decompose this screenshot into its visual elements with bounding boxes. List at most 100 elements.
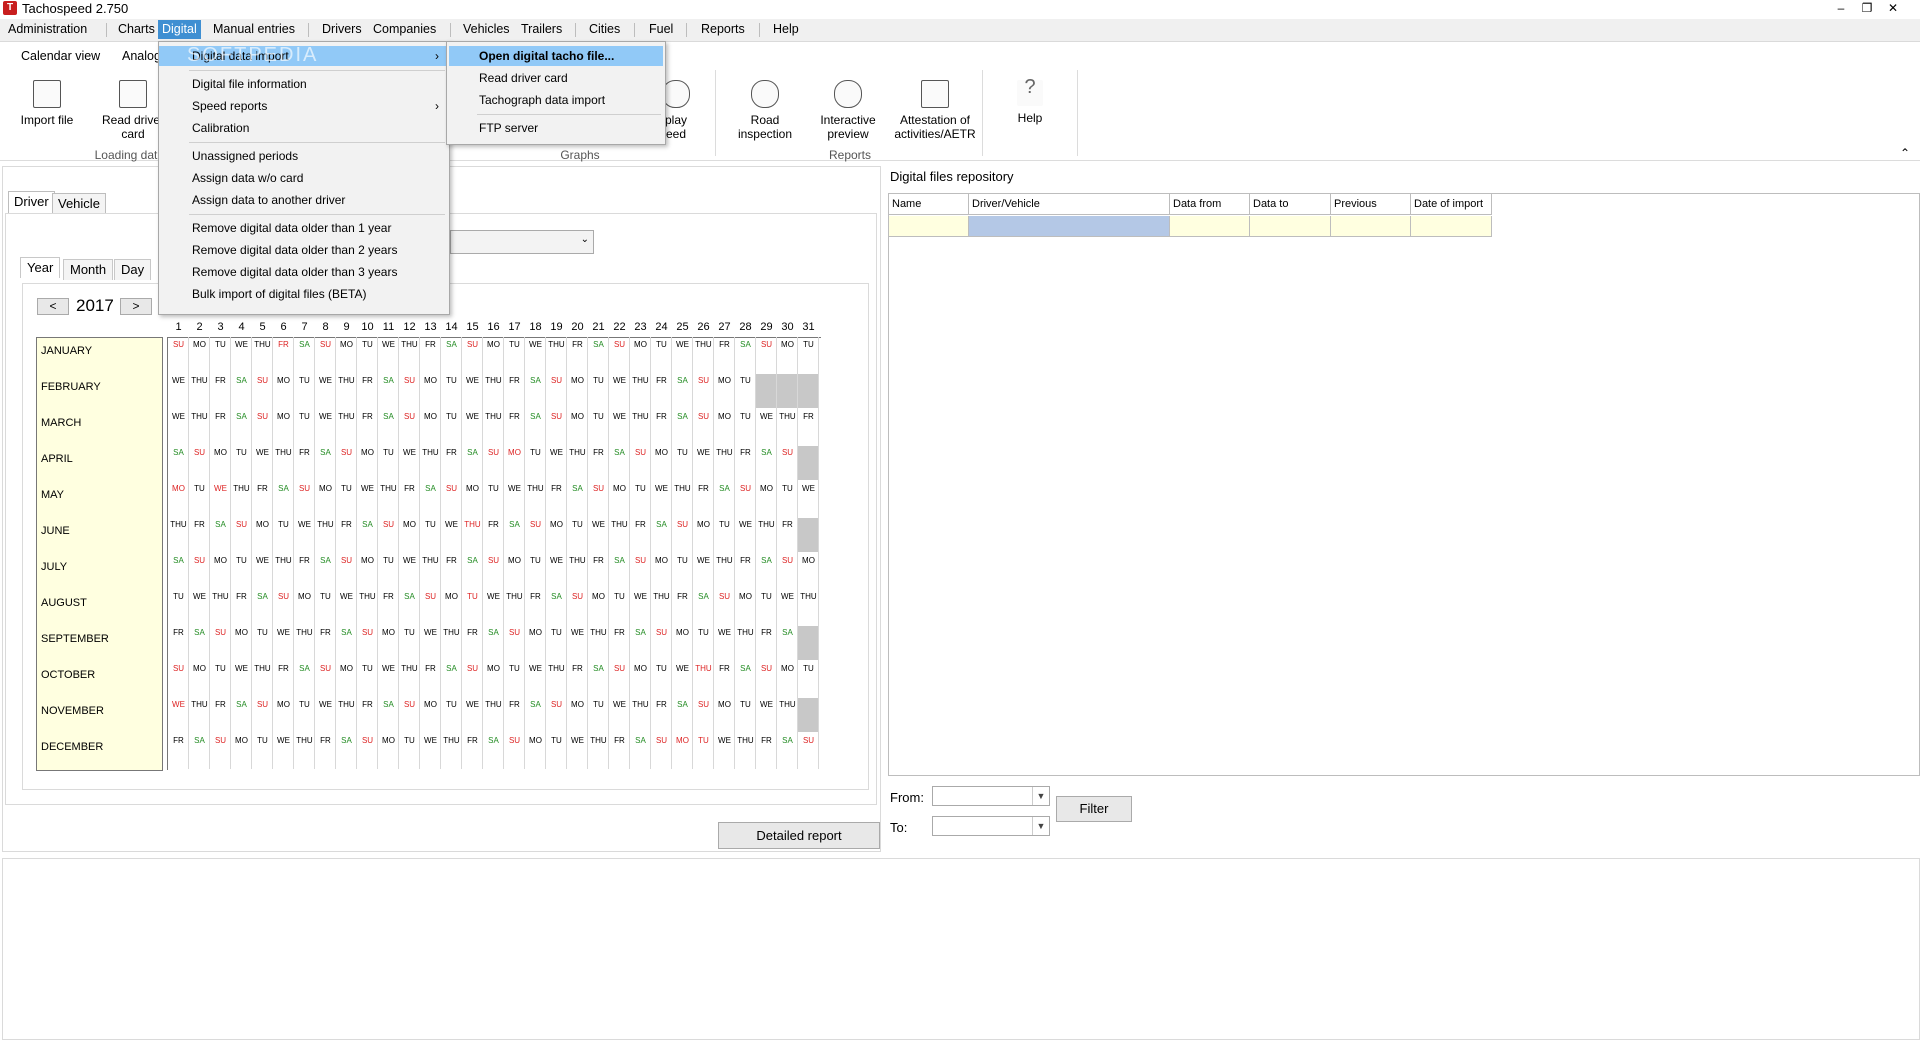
calendar-day-cell[interactable]: MO <box>588 592 609 601</box>
calendar-day-cell[interactable]: FR <box>462 736 483 745</box>
calendar-day-cell[interactable]: MO <box>504 448 525 457</box>
calendar-day-cell[interactable]: TU <box>273 520 294 529</box>
calendar-day-cell[interactable]: TU <box>798 340 819 349</box>
calendar-day-cell[interactable]: WE <box>168 700 189 709</box>
calendar-day-cell[interactable]: SU <box>378 520 399 529</box>
calendar-day-cell[interactable]: SU <box>714 592 735 601</box>
table-cell-selected[interactable] <box>969 216 1170 237</box>
calendar-day-cell[interactable]: FR <box>609 628 630 637</box>
help-button[interactable]: ? Help <box>1010 77 1050 125</box>
calendar-day-cell[interactable]: SA <box>315 556 336 565</box>
calendar-day-cell[interactable]: MO <box>483 340 504 349</box>
calendar-day-cell[interactable]: SU <box>546 376 567 385</box>
calendar-day-cell[interactable]: WE <box>483 592 504 601</box>
calendar-day-cell[interactable]: SU <box>693 376 714 385</box>
calendar-day-cell[interactable]: MO <box>441 592 462 601</box>
calendar-day-cell[interactable]: SA <box>252 592 273 601</box>
attestation-button[interactable]: Attestation of activities/AETR <box>893 80 977 141</box>
calendar-day-cell[interactable]: WE <box>609 412 630 421</box>
calendar-day-cell[interactable]: FR <box>567 664 588 673</box>
calendar-day-cell[interactable]: SU <box>504 736 525 745</box>
calendar-day-cell[interactable]: SU <box>546 412 567 421</box>
calendar-day-cell[interactable]: THU <box>567 556 588 565</box>
calendar-day-cell[interactable]: SA <box>189 628 210 637</box>
table-cell[interactable] <box>889 216 969 237</box>
calendar-day-cell[interactable]: THU <box>189 412 210 421</box>
col-data-to[interactable]: Data to <box>1250 194 1331 215</box>
calendar-day-cell[interactable]: THU <box>441 628 462 637</box>
calendar-day-cell[interactable]: FR <box>399 484 420 493</box>
calendar-day-cell[interactable]: WE <box>231 340 252 349</box>
calendar-day-cell[interactable]: WE <box>231 664 252 673</box>
menu-item-unassigned-periods[interactable]: Unassigned periods <box>159 146 449 166</box>
calendar-day-cell[interactable]: SU <box>168 340 189 349</box>
calendar-day-cell[interactable]: FR <box>651 700 672 709</box>
col-name[interactable]: Name <box>889 194 969 215</box>
calendar-day-cell[interactable]: SA <box>378 700 399 709</box>
calendar-day-cell[interactable]: TU <box>378 448 399 457</box>
calendar-day-cell[interactable]: TU <box>714 520 735 529</box>
col-previous[interactable]: Previous <box>1331 194 1411 215</box>
calendar-day-cell[interactable]: TU <box>210 340 231 349</box>
menu-trailers[interactable]: Trailers <box>521 22 562 36</box>
calendar-day-cell[interactable]: TU <box>525 556 546 565</box>
calendar-day-cell[interactable]: SA <box>357 520 378 529</box>
menu-item-remove-3-years[interactable]: Remove digital data older than 3 years <box>159 262 449 282</box>
calendar-day-cell[interactable]: SA <box>630 628 651 637</box>
calendar-day-cell[interactable]: SU <box>357 628 378 637</box>
calendar-day-cell[interactable]: SA <box>189 736 210 745</box>
calendar-day-cell[interactable]: SU <box>798 736 819 745</box>
calendar-day-cell[interactable]: FR <box>588 556 609 565</box>
menu-item-speed-reports[interactable]: Speed reports › <box>159 96 449 116</box>
calendar-day-cell[interactable]: WE <box>462 412 483 421</box>
calendar-day-cell[interactable]: FR <box>336 520 357 529</box>
calendar-day-cell[interactable]: TU <box>630 484 651 493</box>
calendar-day-cell[interactable]: MO <box>777 340 798 349</box>
calendar-day-cell[interactable]: WE <box>777 592 798 601</box>
calendar-day-cell[interactable]: WE <box>357 484 378 493</box>
calendar-day-cell[interactable]: THU <box>189 376 210 385</box>
calendar-day-cell[interactable]: MO <box>567 376 588 385</box>
calendar-day-cell[interactable]: FR <box>735 556 756 565</box>
calendar-day-cell[interactable]: SA <box>378 376 399 385</box>
calendar-day-cell[interactable]: WE <box>546 448 567 457</box>
calendar-day-cell[interactable]: THU <box>546 664 567 673</box>
calendar-day-cell[interactable]: SU <box>483 556 504 565</box>
calendar-day-cell[interactable]: TU <box>798 664 819 673</box>
calendar-day-cell[interactable]: WE <box>168 412 189 421</box>
calendar-day-cell[interactable]: TU <box>231 556 252 565</box>
calendar-day-cell[interactable]: FR <box>504 700 525 709</box>
calendar-day-cell[interactable]: SU <box>315 664 336 673</box>
calendar-day-cell[interactable]: WE <box>399 448 420 457</box>
calendar-day-cell[interactable]: THU <box>399 340 420 349</box>
calendar-day-cell[interactable]: SU <box>525 520 546 529</box>
calendar-day-cell[interactable]: SA <box>609 448 630 457</box>
calendar-day-cell[interactable]: WE <box>798 484 819 493</box>
calendar-day-cell[interactable]: THU <box>735 628 756 637</box>
calendar-day-cell[interactable]: THU <box>609 520 630 529</box>
calendar-day-cell[interactable]: THU <box>399 664 420 673</box>
calendar-day-cell[interactable]: TU <box>441 376 462 385</box>
calendar-day-cell[interactable]: FR <box>210 412 231 421</box>
calendar-day-cell[interactable]: TU <box>189 484 210 493</box>
interactive-preview-button[interactable]: Interactive preview <box>813 80 883 141</box>
calendar-day-cell[interactable]: MO <box>231 736 252 745</box>
calendar-day-cell[interactable]: TU <box>777 484 798 493</box>
calendar-day-cell[interactable]: SU <box>189 556 210 565</box>
calendar-day-cell[interactable]: WE <box>462 376 483 385</box>
tab-analog[interactable]: Analog <box>122 49 161 63</box>
calendar-day-cell[interactable]: THU <box>756 520 777 529</box>
calendar-day-cell[interactable]: SU <box>336 556 357 565</box>
calendar-day-cell[interactable]: THU <box>630 376 651 385</box>
calendar-day-cell[interactable]: THU <box>735 736 756 745</box>
calendar-day-cell[interactable]: TU <box>315 592 336 601</box>
calendar-day-cell[interactable]: TU <box>399 628 420 637</box>
calendar-day-cell[interactable]: SA <box>567 484 588 493</box>
calendar-day-cell[interactable]: FR <box>294 448 315 457</box>
calendar-day-cell[interactable]: FR <box>189 520 210 529</box>
calendar-day-cell[interactable]: MO <box>672 736 693 745</box>
calendar-day-cell[interactable]: WE <box>567 736 588 745</box>
calendar-day-cell[interactable]: THU <box>357 592 378 601</box>
calendar-day-cell[interactable]: THU <box>672 484 693 493</box>
calendar-day-cell[interactable]: TU <box>357 664 378 673</box>
